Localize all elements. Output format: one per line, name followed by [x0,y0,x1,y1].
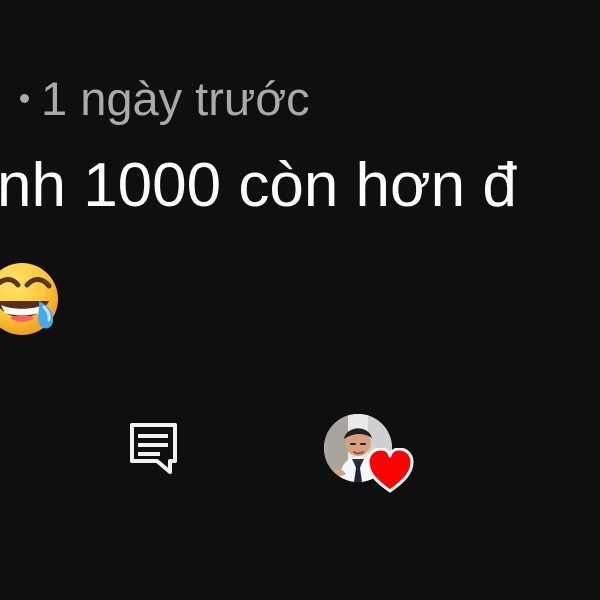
red-heart-icon [366,448,414,493]
comment-meta: 1 ngày trước [0,70,310,126]
creator-heart-button[interactable] [324,414,416,496]
comment-text: nh 1000 còn hơn đ [0,151,517,220]
face-with-tears-of-joy-icon [0,263,58,335]
comment-reply-icon [130,423,177,474]
comment-timestamp: 1 ngày trước [41,71,310,125]
reply-button[interactable] [126,418,182,478]
comment-item: 1 ngày trước nh 1000 còn hơn đ [0,0,600,600]
meta-separator-dot [20,93,29,103]
